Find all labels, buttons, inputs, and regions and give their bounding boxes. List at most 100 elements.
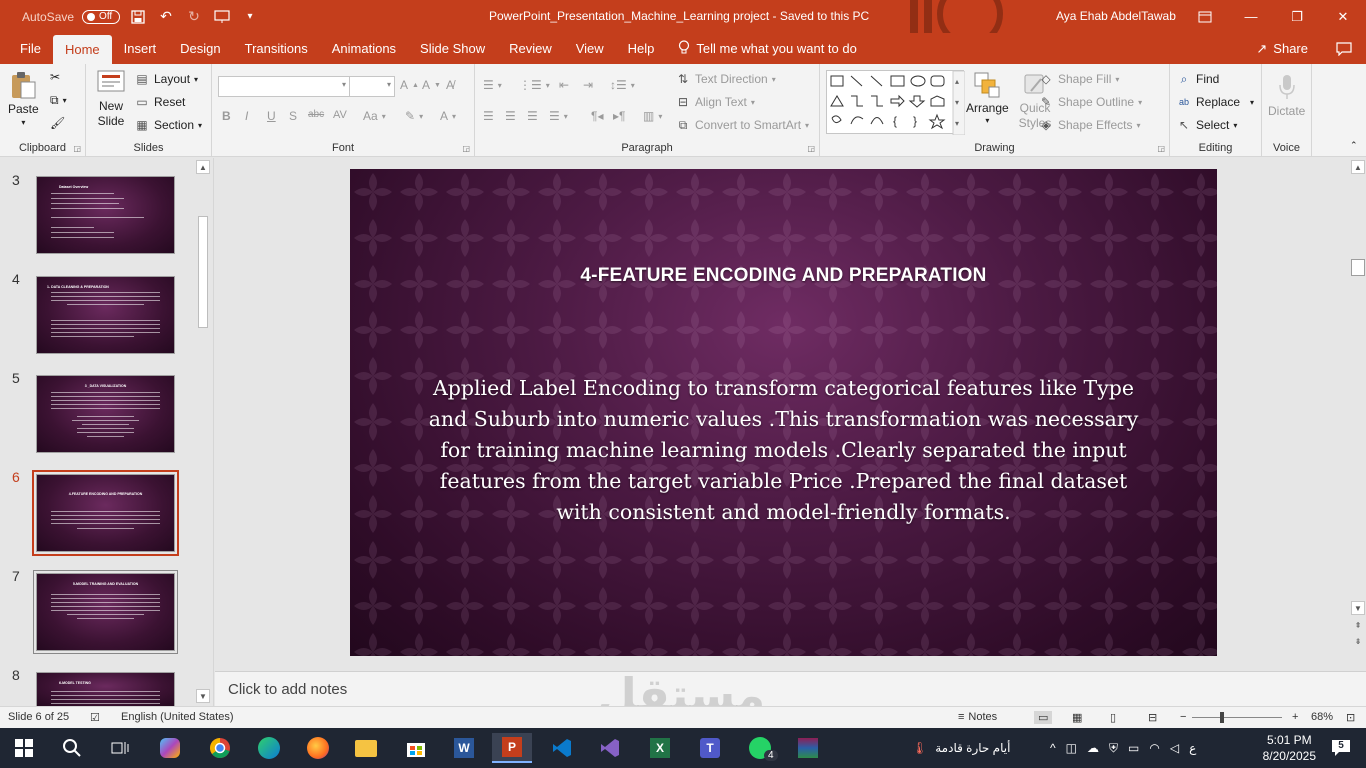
shape-effects-button[interactable]: ◈ Shape Effects ▾	[1038, 117, 1140, 133]
change-case-icon[interactable]: Aa ▾	[363, 109, 386, 123]
word-icon[interactable]: W	[444, 733, 484, 763]
previous-slide-icon[interactable]: ⇞	[1351, 619, 1365, 633]
layout-button[interactable]: ▤ Layout ▾	[134, 71, 198, 87]
firefox-icon[interactable]	[298, 733, 338, 763]
slide-thumbnail-4[interactable]: 1- DATA CLEANING & PREPARATION	[36, 276, 175, 354]
notification-center-icon[interactable]: 5	[1330, 738, 1352, 758]
italic-icon[interactable]: I	[245, 109, 248, 123]
decrease-indent-icon[interactable]: ⇤	[559, 78, 569, 92]
rtl-icon[interactable]: ¶◂	[591, 109, 603, 123]
minimize-icon[interactable]: —	[1228, 0, 1274, 33]
scroll-down-icon[interactable]: ▼	[1351, 601, 1365, 615]
wifi-icon[interactable]: ◠	[1149, 741, 1159, 755]
customize-quick-access-icon[interactable]: ▾	[240, 7, 260, 27]
underline-icon[interactable]: U	[267, 109, 276, 123]
tab-view[interactable]: View	[564, 33, 616, 64]
next-slide-icon[interactable]: ⇟	[1351, 635, 1365, 649]
scroll-up-icon[interactable]: ▲	[196, 160, 210, 174]
input-language[interactable]: ع	[1189, 741, 1196, 755]
user-name[interactable]: Aya Ehab AbdelTawab	[1056, 9, 1176, 23]
teams-icon[interactable]: T	[690, 733, 730, 763]
copilot-icon[interactable]	[150, 733, 190, 763]
task-view-icon[interactable]	[100, 733, 140, 763]
dictate-button[interactable]: Dictate	[1268, 72, 1305, 118]
tab-slide-show[interactable]: Slide Show	[408, 33, 497, 64]
undo-icon[interactable]: ↶	[156, 7, 176, 27]
find-button[interactable]: ⌕ Find	[1176, 71, 1220, 87]
present-from-beginning-icon[interactable]	[212, 7, 232, 27]
reset-button[interactable]: ▭ Reset	[134, 94, 185, 110]
reading-view-icon[interactable]: ▯	[1110, 711, 1116, 724]
zoom-level[interactable]: 68%	[1311, 711, 1333, 723]
slide-scroll-thumb[interactable]	[1351, 259, 1365, 276]
zoom-slider[interactable]	[1192, 717, 1282, 718]
zoom-in-icon[interactable]: +	[1292, 711, 1298, 723]
tab-design[interactable]: Design	[168, 33, 232, 64]
winrar-icon[interactable]	[788, 733, 828, 763]
whatsapp-icon[interactable]: 4	[740, 733, 780, 763]
slideshow-view-icon[interactable]: ⊟	[1148, 711, 1157, 724]
tab-file[interactable]: File	[0, 33, 53, 64]
line-spacing-icon[interactable]: ↕☰ ▾	[610, 78, 635, 92]
numbering-icon[interactable]: ⋮☰ ▾	[519, 78, 550, 92]
align-center-icon[interactable]: ☰	[505, 109, 516, 123]
decrease-font-icon[interactable]: A ▼	[422, 78, 441, 92]
clear-formatting-icon[interactable]: A̸	[446, 78, 454, 92]
paste-button[interactable]: Paste ▾	[8, 70, 39, 127]
tab-insert[interactable]: Insert	[112, 33, 169, 64]
slide-thumbnail-5[interactable]: 3 _DATA VISUALIZATION	[36, 375, 175, 453]
zoom-slider-knob[interactable]	[1220, 712, 1224, 723]
comments-icon[interactable]	[1336, 33, 1352, 64]
onedrive-icon[interactable]: ☁	[1087, 741, 1099, 755]
align-text-button[interactable]: ⊟ Align Text ▾	[675, 94, 755, 110]
notes-toggle[interactable]: ≡ Notes	[958, 711, 997, 723]
ribbon-display-options-icon[interactable]	[1182, 0, 1228, 33]
weather-widget[interactable]: 🌡 أيام حارة قادمة	[912, 728, 1010, 768]
slide-thumbnail-7[interactable]: 5-MODEL TRAINING AND EVALUATION	[33, 570, 178, 654]
restore-icon[interactable]: ❐	[1274, 0, 1320, 33]
cut-icon[interactable]: ✂	[50, 70, 60, 84]
share-button[interactable]: ↗ Share	[1256, 33, 1308, 64]
drawing-launcher-icon[interactable]: ◲	[1157, 144, 1165, 153]
thumbnail-scrollbar[interactable]: ▲ ▼	[196, 158, 210, 706]
accessibility-icon[interactable]: ☑	[90, 711, 100, 724]
slide-sorter-icon[interactable]: ▦	[1072, 711, 1082, 724]
close-icon[interactable]: ✕	[1320, 0, 1366, 33]
search-icon[interactable]	[52, 733, 92, 763]
redo-icon[interactable]: ↻	[184, 7, 204, 27]
shadow-icon[interactable]: S	[289, 109, 297, 123]
current-slide[interactable]: 4-FEATURE ENCODING AND PREPARATION Appli…	[350, 169, 1217, 656]
increase-font-icon[interactable]: A ▲	[400, 78, 419, 92]
tab-review[interactable]: Review	[497, 33, 564, 64]
tab-home[interactable]: Home	[52, 35, 112, 64]
copy-icon[interactable]: ⧉ ▾	[50, 93, 67, 108]
character-spacing-icon[interactable]: AV	[333, 109, 347, 121]
bullets-icon[interactable]: ☰ ▾	[483, 78, 502, 92]
columns-icon[interactable]: ▥ ▾	[643, 109, 662, 123]
normal-view-icon[interactable]: ▭	[1034, 711, 1053, 724]
notes-placeholder[interactable]: Click to add notes	[228, 681, 347, 698]
shape-fill-button[interactable]: ◇ Shape Fill ▾	[1038, 71, 1119, 87]
bold-icon[interactable]: B	[222, 109, 231, 123]
chrome-icon[interactable]	[200, 733, 240, 763]
section-button[interactable]: ▦ Section ▾	[134, 117, 202, 133]
replace-button[interactable]: ab Replace ▾	[1176, 94, 1254, 110]
ltr-icon[interactable]: ▸¶	[613, 109, 625, 123]
show-hidden-icons[interactable]: ^	[1050, 741, 1056, 755]
convert-smartart-button[interactable]: ⧉ Convert to SmartArt ▾	[675, 117, 809, 133]
language-status[interactable]: English (United States)	[121, 711, 234, 723]
fit-to-window-icon[interactable]: ⊡	[1346, 711, 1355, 724]
font-name-box[interactable]: ▾	[218, 76, 350, 97]
highlight-icon[interactable]: ✎ ▾	[405, 109, 423, 123]
slide-scrollbar[interactable]: ▲ ▼ ⇞ ⇟	[1349, 158, 1366, 670]
camera-icon[interactable]: ◫	[1066, 741, 1077, 755]
collapse-ribbon-icon[interactable]: ⌃	[1350, 140, 1358, 151]
font-size-box[interactable]: ▾	[349, 76, 395, 97]
vscode-icon[interactable]	[542, 733, 582, 763]
font-launcher-icon[interactable]: ◲	[462, 144, 470, 153]
windows-start-icon[interactable]	[4, 733, 44, 763]
autosave-toggle[interactable]: Off	[82, 9, 121, 24]
scroll-up-icon[interactable]: ▲	[1351, 160, 1365, 174]
slide-thumbnail-6[interactable]: 4-FEATURE ENCODING AND PREPARATION	[32, 470, 179, 556]
shapes-gallery[interactable]: {} ▴ ▾ ▾	[826, 70, 966, 136]
